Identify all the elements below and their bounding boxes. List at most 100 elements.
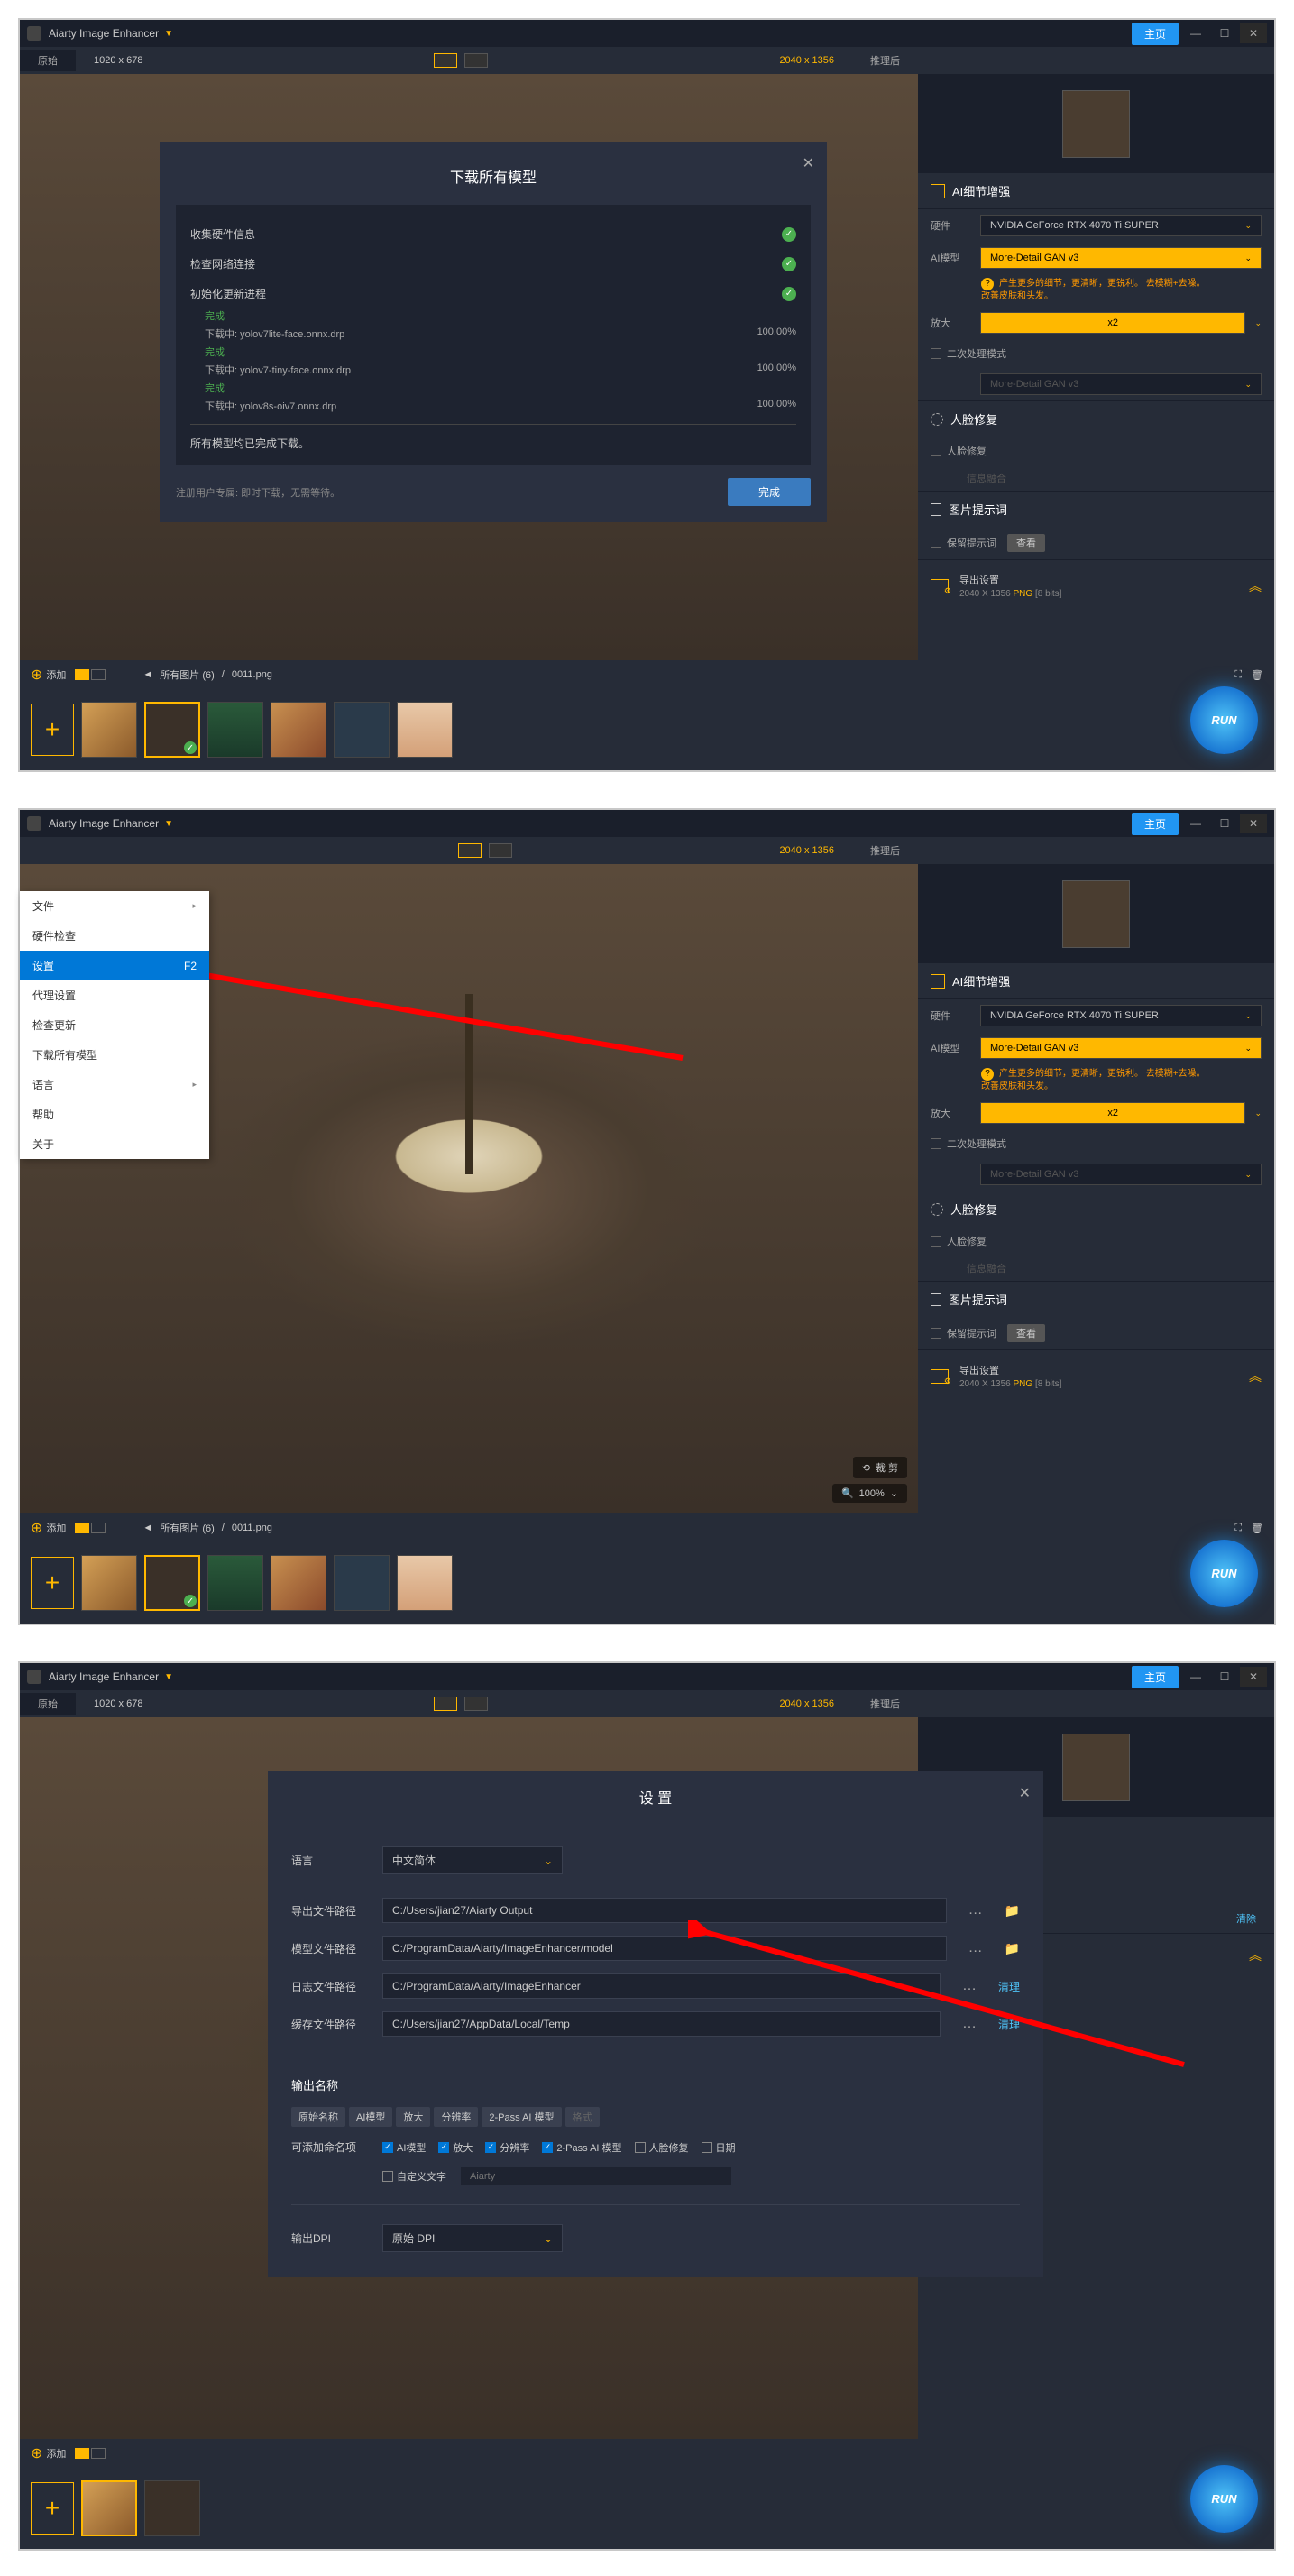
clear-link[interactable]: 清除 [1236, 1911, 1256, 1926]
crop-button[interactable]: ⟲裁 剪 [853, 1457, 907, 1478]
home-button[interactable]: 主页 [1132, 23, 1179, 45]
chk-res[interactable]: ✓ [485, 2142, 496, 2153]
run-button[interactable]: RUN [1190, 2465, 1258, 2533]
menu-about[interactable]: 关于 [20, 1129, 209, 1159]
view-mode-split[interactable] [434, 53, 457, 68]
menu-help[interactable]: 帮助 [20, 1099, 209, 1129]
browse-button[interactable]: … [955, 1974, 984, 1998]
thumb-1[interactable] [81, 702, 137, 758]
hw-select[interactable]: NVIDIA GeForce RTX 4070 Ti SUPER⌄ [980, 215, 1262, 236]
chk-custom[interactable] [382, 2171, 393, 2182]
settings-close-button[interactable]: ✕ [1019, 1784, 1031, 1802]
add-image-button[interactable]: + [31, 1557, 74, 1609]
list-view-button[interactable] [91, 1523, 106, 1533]
export-section[interactable]: 导出设置2040 X 1356 PNG [8 bits] ︽ [918, 1349, 1274, 1402]
dialog-done-button[interactable]: 完成 [728, 478, 811, 506]
after-tab[interactable]: 推理后 [852, 840, 918, 861]
lang-select[interactable]: 中文简体⌄ [382, 1846, 563, 1874]
folder-icon[interactable]: 📁 [1005, 1941, 1020, 1956]
custom-text-input[interactable] [461, 2167, 731, 2185]
menu-file[interactable]: 文件 [20, 891, 209, 921]
thumb-4[interactable] [271, 702, 326, 758]
grid-view-button[interactable] [75, 1523, 89, 1533]
menu-download-models[interactable]: 下载所有模型 [20, 1040, 209, 1070]
keep-prompt-checkbox[interactable] [931, 538, 941, 548]
minimize-button[interactable]: — [1182, 814, 1209, 833]
scale-select[interactable]: x2 [980, 1102, 1245, 1124]
chk-model[interactable]: ✓ [382, 2142, 393, 2153]
two-pass-select[interactable]: More-Detail GAN v3⌄ [980, 373, 1262, 395]
chk-scale[interactable]: ✓ [438, 2142, 449, 2153]
delete-icon[interactable]: 🗑 [1251, 669, 1263, 681]
thumb-2[interactable] [144, 1555, 200, 1611]
original-tab[interactable]: 原始 [20, 50, 76, 71]
zoom-icon[interactable]: ⛶ [1234, 669, 1242, 681]
view-mode-split[interactable] [458, 843, 482, 858]
thumb-2[interactable] [144, 702, 200, 758]
clean-link[interactable]: 清理 [998, 2017, 1020, 2032]
tag-origname[interactable]: 原始名称 [291, 2107, 345, 2127]
close-button[interactable]: ✕ [1240, 814, 1267, 833]
menu-check-update[interactable]: 检查更新 [20, 1010, 209, 1040]
close-button[interactable]: ✕ [1240, 23, 1267, 43]
thumb-6[interactable] [397, 1555, 453, 1611]
two-pass-checkbox[interactable] [931, 1138, 941, 1149]
thumb-5[interactable] [334, 702, 390, 758]
face-checkbox[interactable] [931, 446, 941, 456]
model-select[interactable]: More-Detail GAN v3⌄ [980, 1037, 1262, 1059]
out-path-input[interactable]: C:/Users/jian27/Aiarty Output [382, 1898, 947, 1923]
minimize-button[interactable]: — [1182, 1667, 1209, 1687]
log-path-input[interactable]: C:/ProgramData/Aiarty/ImageEnhancer [382, 1973, 941, 1999]
tag-model[interactable]: AI模型 [349, 2107, 392, 2127]
maximize-button[interactable]: ☐ [1211, 814, 1238, 833]
scale-select[interactable]: x2 [980, 312, 1245, 334]
home-button[interactable]: 主页 [1132, 1666, 1179, 1688]
run-button[interactable]: RUN [1190, 1540, 1258, 1607]
nav-prev-icon[interactable]: ◄ [142, 1523, 152, 1533]
list-view-button[interactable] [91, 669, 106, 680]
title-dropdown-icon[interactable]: ▼ [164, 29, 173, 39]
after-tab[interactable]: 推理后 [852, 1693, 918, 1715]
add-button[interactable]: ⊕添加 [31, 2444, 66, 2462]
thumb-2[interactable] [144, 2480, 200, 2536]
view-mode-side[interactable] [464, 53, 488, 68]
minimize-button[interactable]: — [1182, 23, 1209, 43]
model-select[interactable]: More-Detail GAN v3⌄ [980, 247, 1262, 269]
clean-link[interactable]: 清理 [998, 1979, 1020, 1994]
view-prompt-button[interactable]: 查看 [1007, 1324, 1045, 1342]
grid-view-button[interactable] [75, 2448, 89, 2459]
add-button[interactable]: ⊕添加 [31, 1519, 66, 1537]
dialog-close-button[interactable]: ✕ [803, 154, 814, 172]
run-button[interactable]: RUN [1190, 686, 1258, 754]
grid-view-button[interactable] [75, 669, 89, 680]
model-path-input[interactable]: C:/ProgramData/Aiarty/ImageEnhancer/mode… [382, 1936, 947, 1961]
thumb-6[interactable] [397, 702, 453, 758]
two-pass-select[interactable]: More-Detail GAN v3⌄ [980, 1164, 1262, 1185]
menu-hw-check[interactable]: 硬件检查 [20, 921, 209, 951]
close-button[interactable]: ✕ [1240, 1667, 1267, 1687]
cache-path-input[interactable]: C:/Users/jian27/AppData/Local/Temp [382, 2011, 941, 2037]
face-checkbox[interactable] [931, 1236, 941, 1247]
dpi-select[interactable]: 原始 DPI⌄ [382, 2224, 563, 2252]
home-button[interactable]: 主页 [1132, 813, 1179, 835]
maximize-button[interactable]: ☐ [1211, 23, 1238, 43]
two-pass-checkbox[interactable] [931, 348, 941, 359]
menu-settings[interactable]: 设置F2 [20, 951, 209, 980]
add-image-button[interactable]: + [31, 704, 74, 756]
list-view-button[interactable] [91, 2448, 106, 2459]
chk-face[interactable] [635, 2142, 646, 2153]
original-tab[interactable]: 原始 [20, 1693, 76, 1715]
title-dropdown-icon[interactable]: ▼ [164, 1672, 173, 1682]
browse-button[interactable]: … [961, 1899, 990, 1922]
tag-scale[interactable]: 放大 [396, 2107, 430, 2127]
menu-language[interactable]: 语言 [20, 1070, 209, 1099]
view-mode-side[interactable] [464, 1697, 488, 1711]
add-image-button[interactable]: + [31, 2482, 74, 2535]
view-mode-side[interactable] [489, 843, 512, 858]
zoom-control[interactable]: 🔍100%⌄ [832, 1484, 907, 1503]
browse-button[interactable]: … [961, 1937, 990, 1960]
add-button[interactable]: ⊕添加 [31, 666, 66, 684]
maximize-button[interactable]: ☐ [1211, 1667, 1238, 1687]
delete-icon[interactable]: 🗑 [1251, 1523, 1263, 1534]
view-mode-split[interactable] [434, 1697, 457, 1711]
